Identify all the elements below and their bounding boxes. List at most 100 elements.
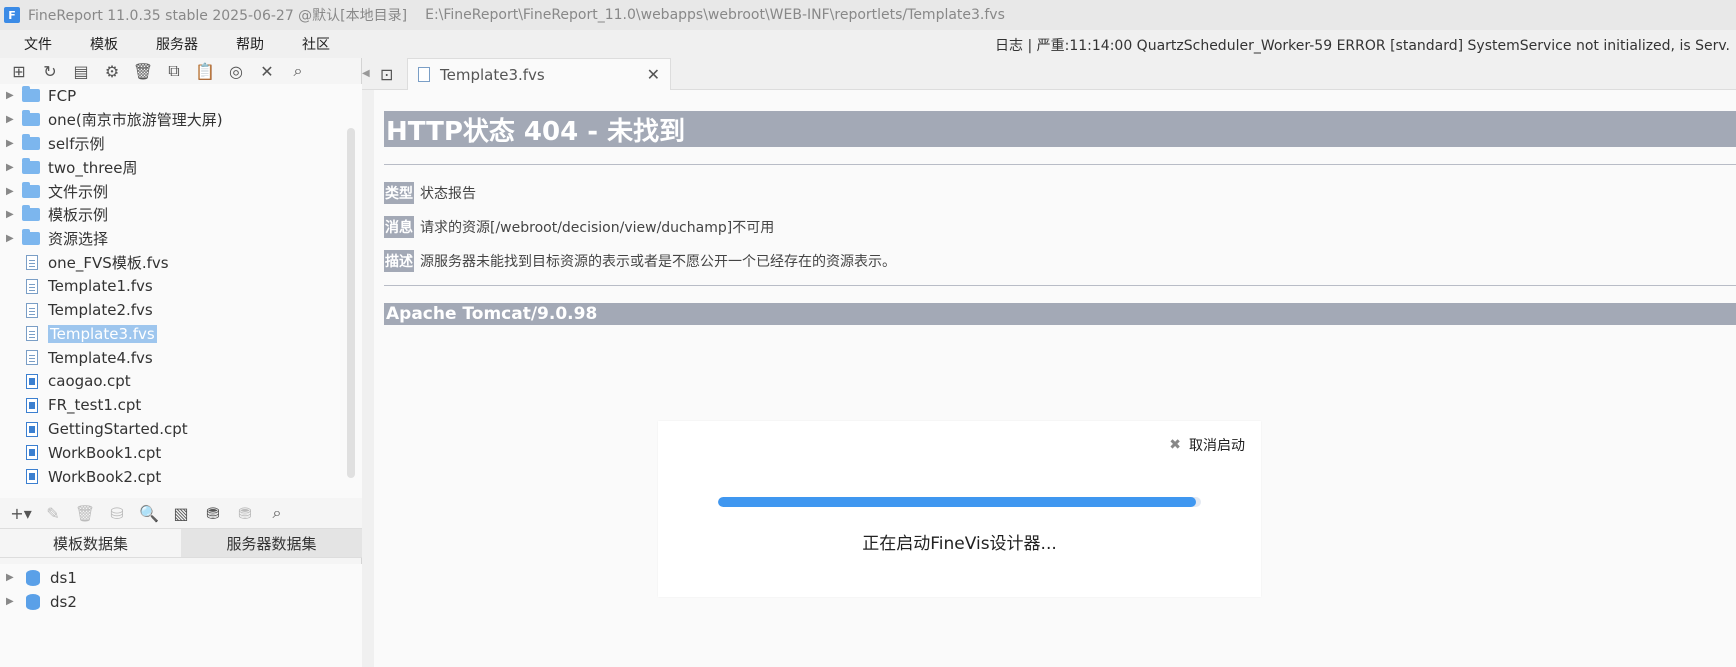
locate-icon[interactable]: ◎ <box>225 60 247 82</box>
template-tree: ▶ FCP ▶ one(南京市旅游管理大屏) ▶ self示例 ▶ two_three周 ▶ 文件… <box>0 84 362 542</box>
delete-icon[interactable]: 🗑 <box>132 60 154 82</box>
tree-file[interactable]: FR_test1.cpt <box>0 393 362 417</box>
tree-file[interactable]: WorkBook2.cpt <box>0 465 362 489</box>
fvs-file-icon <box>26 302 38 318</box>
tree-item-label: 资源选择 <box>48 230 109 249</box>
fvs-file-icon <box>418 67 430 82</box>
tab-scroll-left-icon[interactable]: ◀ <box>362 68 370 79</box>
delete-dataset-icon[interactable]: 🗑 <box>74 502 96 524</box>
dataset-item[interactable]: ▶ ds1 <box>0 566 362 590</box>
open-icon[interactable]: ▤ <box>70 60 92 82</box>
app-logo-icon: F <box>4 7 20 23</box>
tree-scrollbar[interactable] <box>347 128 355 478</box>
sql-icon[interactable]: ▧ <box>170 502 192 524</box>
layout-icon[interactable]: ⊡ <box>380 65 393 84</box>
tree-file[interactable]: caogao.cpt <box>0 370 362 394</box>
tree-item-label: caogao.cpt <box>48 372 131 391</box>
dataset-tabs: 模板数据集 服务器数据集 <box>0 528 362 558</box>
settings-icon[interactable]: ⚙ <box>101 60 123 82</box>
progress-fill <box>718 497 1197 507</box>
menu-file[interactable]: 文件 <box>0 34 66 54</box>
startup-progress-bar <box>718 497 1201 507</box>
expand-icon[interactable]: ▶ <box>6 233 22 244</box>
error-message-key: 消息 <box>384 216 414 238</box>
document-tab-bar: ◀ ⊡ Template3.fvs ✕ <box>362 58 1736 90</box>
new-folder-icon[interactable]: ⊞ <box>8 60 30 82</box>
folder-icon <box>22 181 40 198</box>
tree-file[interactable]: Template3.fvs <box>0 322 362 346</box>
fvs-file-icon <box>26 278 38 294</box>
tree-item-label: 模板示例 <box>48 206 109 225</box>
tree-item-label: FCP <box>48 86 77 105</box>
database-icon[interactable]: ⛁ <box>106 502 128 524</box>
tree-item-label: FR_test1.cpt <box>48 396 142 415</box>
tree-file[interactable]: WorkBook1.cpt <box>0 441 362 465</box>
copy-icon[interactable]: ⧉ <box>163 60 185 82</box>
database-icon <box>26 593 40 610</box>
expand-icon[interactable]: ▶ <box>6 114 22 125</box>
refresh-icon[interactable]: ↻ <box>39 60 61 82</box>
cpt-file-icon <box>26 445 38 461</box>
dataset-label: ds1 <box>50 568 77 587</box>
tree-file[interactable]: Template1.fvs <box>0 274 362 298</box>
tab-template3[interactable]: Template3.fvs ✕ <box>407 58 671 90</box>
error-type-value: 状态报告 <box>420 186 476 202</box>
database-icon <box>26 569 40 586</box>
tree-file[interactable]: Template2.fvs <box>0 298 362 322</box>
expand-icon[interactable]: ▶ <box>6 162 22 173</box>
cpt-file-icon <box>26 373 38 389</box>
error-type-key: 类型 <box>384 182 414 204</box>
tree-folder[interactable]: ▶ one(南京市旅游管理大屏) <box>0 108 362 132</box>
tab-server-dataset[interactable]: 服务器数据集 <box>181 529 362 557</box>
folder-icon <box>22 86 40 103</box>
log-status[interactable]: 日志 | 严重:11:14:00 QuartzScheduler_Worker-… <box>995 35 1730 55</box>
dataset-list: ▶ ds1 ▶ ds2 <box>0 564 362 667</box>
expand-icon[interactable]: ▶ <box>6 186 22 197</box>
tree-folder[interactable]: ▶ 资源选择 <box>0 227 362 251</box>
cpt-file-icon <box>26 397 38 413</box>
loading-message: 正在启动FineVis设计器... <box>862 534 1057 554</box>
edit-icon[interactable]: ✎ <box>42 502 64 524</box>
search-dataset-icon[interactable]: ⌕ <box>266 502 288 524</box>
server-db-icon[interactable]: ⛃ <box>234 502 256 524</box>
expand-icon[interactable]: ▶ <box>6 572 22 583</box>
dataset-toolbar: +▾ ✎ 🗑 ⛁ 🔍 ▧ ⛃ ⛃ ⌕ <box>0 498 362 528</box>
tree-item-label: GettingStarted.cpt <box>48 420 188 439</box>
tree-folder[interactable]: ▶ self示例 <box>0 132 362 156</box>
tree-file[interactable]: one_FVS模板.fvs <box>0 251 362 275</box>
tree-folder[interactable]: ▶ 文件示例 <box>0 179 362 203</box>
tree-item-label: WorkBook1.cpt <box>48 443 162 462</box>
expand-icon[interactable]: ▶ <box>6 90 22 101</box>
paste-icon[interactable]: 📋 <box>194 60 216 82</box>
fvs-file-icon <box>26 254 38 270</box>
expand-icon[interactable]: ▶ <box>6 138 22 149</box>
close-icon[interactable]: ✕ <box>647 65 660 84</box>
cancel-startup-button[interactable]: ✖ 取消启动 <box>1169 435 1245 455</box>
expand-icon[interactable]: ▶ <box>6 596 22 607</box>
error-desc-row: 描述 源服务器未能找到目标资源的表示或者是不愿公开一个已经存在的资源表示。 <box>384 250 896 272</box>
tree-folder[interactable]: ▶ FCP <box>0 84 362 108</box>
tree-item-label: one_FVS模板.fvs <box>48 253 169 272</box>
menu-help[interactable]: 帮助 <box>212 34 278 54</box>
menu-template[interactable]: 模板 <box>66 34 132 54</box>
expand-icon[interactable]: ▶ <box>6 209 22 220</box>
dataset-item[interactable]: ▶ ds2 <box>0 590 362 614</box>
connection-icon[interactable]: ⛃ <box>202 502 224 524</box>
tree-folder[interactable]: ▶ two_three周 <box>0 155 362 179</box>
tree-folder[interactable]: ▶ 模板示例 <box>0 203 362 227</box>
menu-community[interactable]: 社区 <box>278 34 344 54</box>
tree-file[interactable]: Template4.fvs <box>0 346 362 370</box>
preview-icon[interactable]: 🔍 <box>138 502 160 524</box>
tab-template-dataset[interactable]: 模板数据集 <box>0 529 181 557</box>
server-footer: Apache Tomcat/9.0.98 <box>384 303 1736 325</box>
collapse-icon[interactable]: ✕ <box>256 60 278 82</box>
divider <box>384 285 1736 286</box>
search-icon[interactable]: ⌕ <box>287 60 309 82</box>
folder-icon <box>22 157 40 174</box>
menu-bar: 文件 模板 服务器 帮助 社区 日志 | 严重:11:14:00 QuartzS… <box>0 30 1736 58</box>
tree-file[interactable]: GettingStarted.cpt <box>0 417 362 441</box>
add-dataset-icon[interactable]: +▾ <box>10 502 32 524</box>
tree-item-label: Template1.fvs <box>48 277 153 296</box>
menu-server[interactable]: 服务器 <box>132 34 212 54</box>
tree-item-label: Template4.fvs <box>48 348 153 367</box>
